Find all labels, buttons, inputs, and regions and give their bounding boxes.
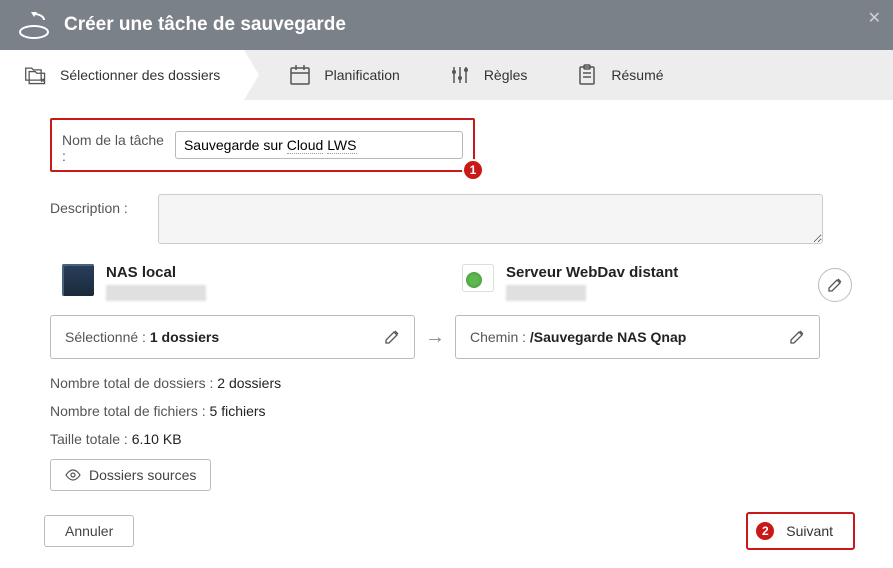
close-icon[interactable]: ✕ xyxy=(868,8,881,28)
eye-icon xyxy=(65,469,81,481)
task-name-highlight: Nom de la tâche : Sauvegarde sur Cloud L… xyxy=(50,118,475,172)
task-name-input[interactable]: Sauvegarde sur Cloud LWS xyxy=(175,131,463,159)
total-size-label: Taille totale : xyxy=(50,431,132,447)
tab-label: Règles xyxy=(484,67,528,83)
total-folders-label: Nombre total de dossiers : xyxy=(50,375,217,391)
folders-icon xyxy=(24,63,48,87)
tab-label: Planification xyxy=(324,67,400,83)
edit-path-button[interactable] xyxy=(789,329,805,345)
source-folders-label: Dossiers sources xyxy=(89,467,196,483)
total-files-value: 5 fichiers xyxy=(210,403,266,419)
cancel-button[interactable]: Annuler xyxy=(44,515,134,547)
task-name-text-prefix: Sauvegarde sur xyxy=(184,137,287,153)
callout-badge-1: 1 xyxy=(462,159,484,181)
sliders-icon xyxy=(448,63,472,87)
selected-folders-box: Sélectionné : 1 dossiers xyxy=(50,315,415,359)
total-size-value: 6.10 KB xyxy=(132,431,182,447)
source-folders-button[interactable]: Dossiers sources xyxy=(50,459,211,491)
stats-block: Nombre total de dossiers : 2 dossiers No… xyxy=(50,375,843,491)
nas-subtitle-redacted xyxy=(106,285,206,301)
path-label: Chemin : xyxy=(470,329,530,345)
dialog-header: Créer une tâche de sauvegarde ✕ xyxy=(0,0,893,50)
nas-title: NAS local xyxy=(106,264,206,281)
next-label: Suivant xyxy=(786,523,833,539)
edit-icon xyxy=(827,277,843,293)
selected-value: 1 dossiers xyxy=(150,329,219,345)
total-files-label: Nombre total de fichiers : xyxy=(50,403,210,419)
summary-icon xyxy=(575,63,599,87)
selected-label: Sélectionné : xyxy=(65,329,150,345)
description-input[interactable] xyxy=(158,194,823,244)
next-button-highlight[interactable]: 2 Suivant xyxy=(746,512,855,550)
tab-schedule[interactable]: Planification xyxy=(264,50,424,100)
dialog-footer: Annuler 2 Suivant xyxy=(44,512,855,550)
tab-summary[interactable]: Résumé xyxy=(551,50,687,100)
callout-badge-2: 2 xyxy=(754,520,776,542)
source-nas: NAS local xyxy=(62,264,402,301)
calendar-icon xyxy=(288,63,312,87)
content-area: Nom de la tâche : Sauvegarde sur Cloud L… xyxy=(0,100,893,517)
tab-rules[interactable]: Règles xyxy=(424,50,552,100)
wizard-tabs: Sélectionner des dossiers Planification … xyxy=(0,50,893,100)
total-folders-value: 2 dossiers xyxy=(217,375,281,391)
destination-webdav: Serveur WebDav distant xyxy=(462,264,802,301)
tab-label: Résumé xyxy=(611,67,663,83)
task-name-word: LWS xyxy=(327,137,356,154)
webdav-subtitle-redacted xyxy=(506,285,586,301)
edit-destination-button[interactable] xyxy=(818,268,852,302)
webdav-title: Serveur WebDav distant xyxy=(506,264,678,281)
path-value: /Sauvegarde NAS Qnap xyxy=(530,329,686,345)
app-logo-icon xyxy=(16,7,52,43)
destination-path-box: Chemin : /Sauvegarde NAS Qnap xyxy=(455,315,820,359)
task-name-label: Nom de la tâche : xyxy=(62,126,169,164)
tab-select-folders[interactable]: Sélectionner des dossiers xyxy=(0,50,244,100)
tab-label: Sélectionner des dossiers xyxy=(60,67,220,83)
task-name-word: Cloud xyxy=(287,137,324,154)
arrow-right-icon: → xyxy=(425,326,445,349)
dialog-title: Créer une tâche de sauvegarde xyxy=(64,14,346,36)
webdav-icon xyxy=(462,264,494,292)
description-label: Description : xyxy=(50,194,150,216)
nas-icon xyxy=(62,264,94,296)
edit-selection-button[interactable] xyxy=(384,329,400,345)
